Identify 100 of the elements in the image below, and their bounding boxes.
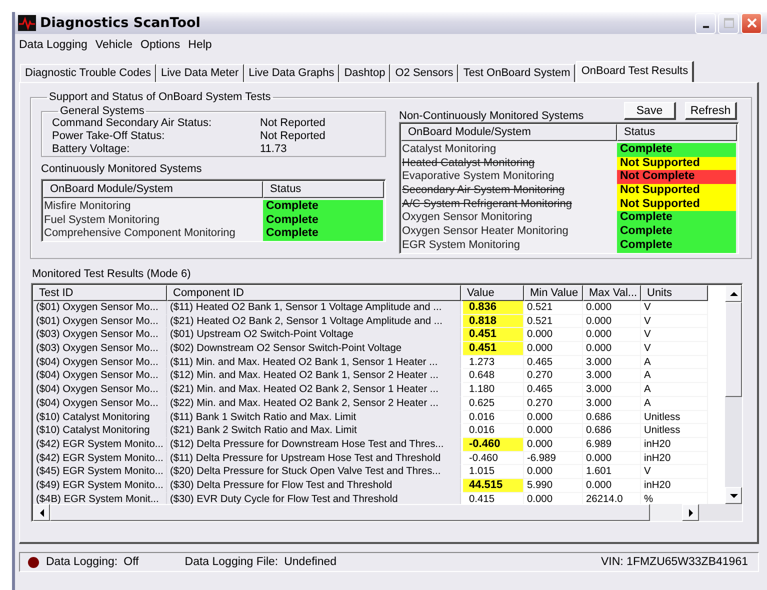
field-label: Power Take-Off Status: (52, 130, 166, 142)
left-arrow-icon[interactable] (38, 508, 44, 516)
column-header[interactable]: Component ID (167, 285, 461, 301)
menu-item[interactable]: Data Logging (15, 38, 92, 50)
column-header[interactable]: Value (461, 285, 524, 301)
column-header[interactable]: Min Value (524, 285, 583, 301)
table-cell: 44.515 (463, 478, 524, 493)
group-title: General Systems (59, 105, 146, 117)
table-cell: 1.180 (463, 383, 524, 397)
logging-label: Data Logging: (46, 556, 118, 568)
tab[interactable]: Dashtop (339, 64, 390, 82)
status-cell: Complete (263, 227, 383, 242)
table-cell: ($10) Catalyst Monitoring (33, 410, 167, 424)
table-cell: V (641, 465, 708, 479)
table-cell: 1.273 (463, 356, 524, 370)
table-cell: V (641, 301, 708, 315)
vertical-scrollbar[interactable] (725, 285, 742, 504)
table-cell: V (641, 314, 708, 328)
menu-item[interactable]: Help (184, 38, 216, 50)
action-button[interactable]: Save (624, 102, 676, 120)
table-cell: ($03) Oxygen Sensor Mo... (33, 342, 167, 356)
scroll-thumb[interactable] (50, 504, 650, 521)
table-cell: 0.451 (463, 328, 524, 342)
table-cell: Unitless (641, 424, 708, 438)
table-cell: -6.989 (524, 452, 583, 466)
file-label: Data Logging File: (184, 556, 278, 568)
table-cell: 0.000 (524, 465, 583, 479)
close-button[interactable] (741, 12, 762, 34)
horizontal-scrollbar[interactable] (33, 504, 742, 521)
table-cell: ($21) Min. and Max. Heated O2 Bank 2, Sensor 1 Heater ... (167, 383, 461, 397)
status-cell: Complete (263, 200, 383, 214)
table-cell: ($22) Min. and Max. Heated O2 Bank 2, Sensor 2 Heater ... (167, 396, 461, 410)
heartbeat-icon (18, 15, 36, 31)
table-cell: 0.648 (463, 369, 524, 384)
status-cell: Not Supported (617, 184, 736, 198)
table-cell: ($11) Delta Pressure for Upstream Hose Test and Threshold (167, 452, 461, 466)
table-cell-text: EGR System Monitoring (402, 238, 521, 252)
table-cell: A (641, 396, 708, 410)
column-header[interactable]: Test ID (33, 285, 167, 301)
tab[interactable]: Diagnostic Trouble Codes (20, 64, 156, 82)
column-header[interactable]: Max Val... (583, 285, 641, 301)
menu-item[interactable]: Vehicle (91, 38, 137, 50)
table-cell: ($12) Min. and Max. Heated O2 Bank 1, Sensor 2 Heater ... (167, 369, 461, 384)
table-cell: ($01) Oxygen Sensor Mo... (33, 301, 167, 315)
table-cell: ($04) Oxygen Sensor Mo... (33, 356, 167, 370)
close-icon (746, 18, 756, 28)
table-cell: inH20 (641, 478, 708, 493)
table-cell: 0.000 (524, 438, 583, 452)
table-cell: ($30) Delta Pressure for Flow Test and Threshold (167, 478, 461, 493)
section-title: Continuously Monitored Systems (41, 163, 203, 175)
table-cell: 0.016 (463, 410, 524, 424)
table-cell: 0.686 (583, 424, 641, 438)
tab[interactable]: Live Data Meter (156, 64, 244, 82)
menu-item[interactable]: Options (136, 38, 184, 50)
table-cell: A (641, 369, 708, 384)
table-cell: 0.000 (583, 342, 641, 356)
table-cell: 0.270 (524, 369, 583, 384)
table-cell-text: Oxygen Sensor Monitoring (402, 211, 534, 226)
table-cell: ($12) Delta Pressure for Downstream Hose Test and Thres... (167, 438, 461, 452)
column-header[interactable]: OnBoard Module/System (401, 124, 617, 141)
column-header[interactable]: OnBoard Module/System (43, 181, 263, 198)
tab[interactable]: O2 Sensors (390, 64, 458, 82)
tab[interactable]: Test OnBoard System (458, 64, 576, 82)
status-cell: Complete (617, 143, 736, 157)
table-cell: ($04) Oxygen Sensor Mo... (33, 383, 167, 397)
table-cell: 0.270 (524, 396, 583, 410)
action-button[interactable]: Refresh (685, 102, 737, 120)
table-cell: 3.000 (583, 369, 641, 384)
table-cell: ($42) EGR System Monito... (33, 452, 167, 466)
table-cell-text: Catalyst Monitoring (402, 143, 498, 157)
tab[interactable]: OnBoard Test Results (576, 61, 694, 82)
table-cell: ($11) Min. and Max. Heated O2 Bank 1, Sensor 1 Heater ... (167, 356, 461, 370)
column-header[interactable]: Status (263, 181, 384, 198)
up-arrow-icon[interactable] (730, 290, 738, 296)
status-cell: Complete (617, 225, 736, 239)
table-cell: ($21) Heated O2 Bank 2, Sensor 1 Voltage Amplitude and ... (167, 314, 461, 328)
table-cell: ($11) Bank 1 Switch Ratio and Max. Limit (167, 410, 461, 424)
column-header[interactable]: Status (617, 124, 737, 141)
column-header[interactable]: Units (641, 285, 708, 301)
table-cell: 0.451 (463, 342, 524, 356)
table-cell: ($4B) EGR System Monit... (33, 492, 167, 504)
status-cell: Not Complete (617, 170, 736, 184)
table-cell: 0.000 (524, 410, 583, 424)
table-cell: ($11) Heated O2 Bank 1, Sensor 1 Voltage Amplitude and ... (167, 301, 461, 315)
minimize-icon (702, 26, 708, 28)
table-cell: V (641, 328, 708, 342)
table-cell: ($02) Downstream O2 Sensor Switch-Point Voltage (167, 342, 461, 356)
table-cell: 0.465 (524, 356, 583, 370)
scroll-thumb[interactable] (725, 302, 742, 397)
down-arrow-icon[interactable] (730, 492, 738, 498)
table-cell: ($10) Catalyst Monitoring (33, 424, 167, 438)
table-cell: ($04) Oxygen Sensor Mo... (33, 369, 167, 384)
table-cell: ($42) EGR System Monito... (33, 438, 167, 452)
table-cell-text: Oxygen Sensor Heater Monitoring (402, 225, 570, 239)
right-arrow-icon[interactable] (688, 508, 694, 516)
tab[interactable]: Live Data Graphs (244, 64, 340, 82)
section-title: Monitored Test Results (Mode 6) (32, 268, 192, 280)
table-cell: 0.000 (524, 424, 583, 438)
table-cell: 5.990 (524, 478, 583, 493)
minimize-button[interactable] (695, 12, 716, 34)
